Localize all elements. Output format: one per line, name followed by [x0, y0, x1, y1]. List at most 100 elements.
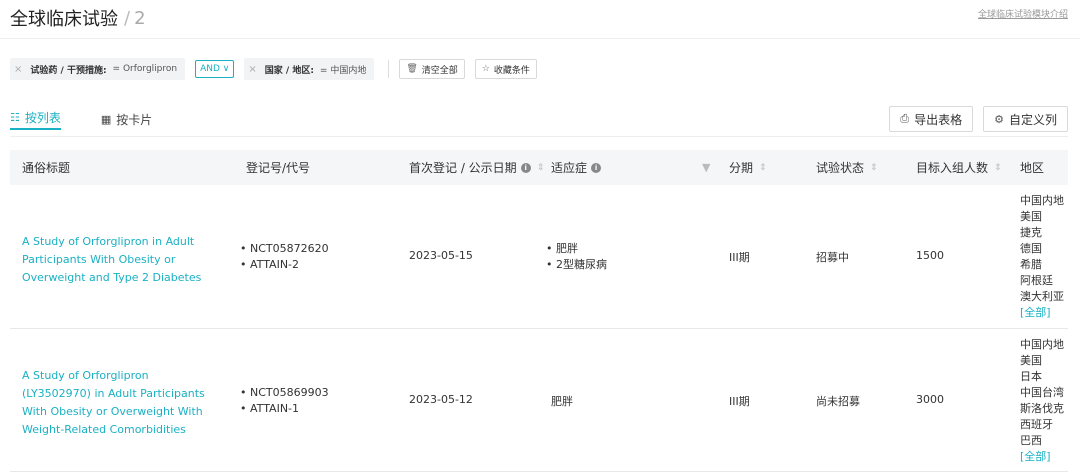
col-filter[interactable]: ▼: [702, 150, 710, 185]
col-indication: 适应症 i: [551, 150, 602, 185]
clear-all-button[interactable]: 🗑 清空全部: [399, 59, 465, 79]
reg-cell: • NCT05869903 • ATTAIN-1: [240, 385, 329, 417]
save-condition-label: 收藏条件: [493, 65, 530, 76]
export-button[interactable]: ⎙ 导出表格: [889, 106, 974, 132]
save-condition-button[interactable]: ☆ 收藏条件: [474, 59, 537, 79]
tab-list[interactable]: ☷ 按列表: [10, 108, 61, 130]
table-row: A Study of Orforglipron in Adult Partici…: [10, 185, 1068, 329]
region-item: 中国内地: [1020, 194, 1064, 207]
trials-table: 通俗标题 登记号/代号 首次登记 / 公示日期 i ⇕ 适应症 i ▼ 分期 ⇕…: [10, 150, 1068, 472]
region-item: 德国: [1020, 242, 1042, 255]
indication-cell: • 肥胖 • 2型糖尿病: [546, 241, 607, 273]
region-item: 捷克: [1020, 226, 1042, 239]
region-item: 巴西: [1020, 434, 1042, 447]
tabs-divider: [10, 136, 1068, 137]
page-title: 全球临床试验: [10, 9, 118, 30]
col-title-label: 通俗标题: [22, 161, 71, 175]
module-intro-link[interactable]: 全球临床试验模块介绍: [978, 7, 1068, 20]
target-cell: 1500: [916, 249, 944, 262]
trial-title-link[interactable]: A Study of Orforglipron (LY3502970) in A…: [22, 367, 212, 439]
status-cell: 尚未招募: [816, 395, 860, 408]
region-cell: 中国内地 美国 日本 中国台湾 斯洛伐克 西班牙 巴西 [全部]: [1020, 337, 1064, 465]
logic-select[interactable]: AND ∨: [195, 60, 235, 78]
region-item: 日本: [1020, 370, 1042, 383]
trial-title-link[interactable]: A Study of Orforglipron in Adult Partici…: [22, 233, 212, 287]
reg-code: • ATTAIN-1: [240, 402, 300, 415]
col-reg-label: 登记号/代号: [246, 161, 311, 175]
indication-item: • 2型糖尿病: [546, 258, 607, 271]
sort-icon[interactable]: ⇕: [994, 163, 1002, 173]
reg-id: • NCT05869903: [240, 386, 329, 399]
region-item: 美国: [1020, 354, 1042, 367]
filter-chip-region: × 国家 / 地区: = 中国内地: [244, 58, 375, 80]
target-cell: 3000: [916, 393, 944, 406]
indication-cell: 肥胖: [551, 395, 573, 408]
tab-label: 按卡片: [116, 112, 153, 127]
col-region-label: 地区: [1020, 161, 1045, 175]
col-status[interactable]: 试验状态 ⇕: [816, 150, 878, 185]
col-date[interactable]: 首次登记 / 公示日期 i ⇕: [409, 150, 544, 185]
list-icon: ☷: [10, 110, 20, 124]
status-cell: 招募中: [816, 251, 849, 264]
indication-item: • 肥胖: [546, 242, 578, 255]
region-cell: 中国内地 美国 捷克 德国 希腊 阿根廷 澳大利亚 [全部]: [1020, 193, 1064, 321]
result-count: 2: [134, 7, 146, 29]
date-cell: 2023-05-12: [409, 393, 473, 406]
info-icon[interactable]: i: [591, 162, 602, 173]
filter-key: 国家 / 地区:: [264, 65, 314, 76]
sort-icon[interactable]: ⇕: [537, 163, 545, 173]
region-item: 希腊: [1020, 258, 1042, 271]
gear-icon: ⚙: [994, 112, 1004, 126]
show-all-regions-link[interactable]: [全部]: [1020, 449, 1064, 465]
reg-code: • ATTAIN-2: [240, 258, 300, 271]
tab-card[interactable]: ▦ 按卡片: [101, 108, 152, 130]
table-actions: ⎙ 导出表格 ⚙ 自定义列: [879, 106, 1068, 132]
filter-key: 试验药 / 干预措施:: [30, 65, 107, 76]
header-divider: [0, 38, 1080, 39]
close-icon[interactable]: ×: [248, 64, 256, 75]
show-all-regions-link[interactable]: [全部]: [1020, 305, 1064, 321]
phase-cell: III期: [729, 395, 750, 408]
clear-all-label: 清空全部: [421, 65, 458, 76]
filter-value: = Orforglipron: [112, 64, 178, 74]
col-phase[interactable]: 分期 ⇕: [729, 150, 767, 185]
col-title: 通俗标题: [22, 150, 70, 185]
date-cell: 2023-05-15: [409, 249, 473, 262]
star-icon: ☆: [481, 64, 490, 74]
sort-icon[interactable]: ⇕: [759, 163, 767, 173]
region-item: 澳大利亚: [1020, 290, 1064, 303]
sort-icon[interactable]: ⇕: [870, 163, 878, 173]
tab-label: 按列表: [24, 110, 61, 125]
col-target[interactable]: 目标入组人数 ⇕: [916, 150, 1002, 185]
info-icon[interactable]: i: [520, 162, 531, 173]
export-icon: ⎙: [900, 112, 910, 125]
region-item: 阿根廷: [1020, 274, 1053, 287]
filter-chip-drug: × 试验药 / 干预措施: = Orforglipron: [10, 58, 186, 80]
customize-columns-button[interactable]: ⚙ 自定义列: [983, 106, 1068, 132]
filter-icon[interactable]: ▼: [702, 161, 710, 174]
table-row: A Study of Orforglipron (LY3502970) in A…: [10, 329, 1068, 472]
region-item: 中国台湾: [1020, 386, 1064, 399]
filter-bar: × 试验药 / 干预措施: = Orforglipron AND ∨ × 国家 …: [10, 58, 547, 80]
page-header: 全球临床试验 / 2: [10, 0, 146, 36]
reg-cell: • NCT05872620 • ATTAIN-2: [240, 241, 329, 273]
col-target-label: 目标入组人数: [916, 161, 989, 175]
region-item: 斯洛伐克: [1020, 402, 1064, 415]
col-status-label: 试验状态: [816, 161, 865, 175]
filter-value: = 中国内地: [319, 65, 367, 76]
col-date-label: 首次登记 / 公示日期: [409, 161, 517, 175]
customize-label: 自定义列: [1008, 112, 1057, 127]
col-phase-label: 分期: [729, 161, 754, 175]
col-reg: 登记号/代号: [246, 150, 310, 185]
view-tabs: ☷ 按列表 ▦ 按卡片: [10, 108, 192, 132]
filter-divider: [388, 60, 390, 78]
close-icon[interactable]: ×: [14, 64, 22, 75]
col-indication-label: 适应症: [551, 161, 588, 175]
phase-cell: III期: [729, 251, 750, 264]
table-header: 通俗标题 登记号/代号 首次登记 / 公示日期 i ⇕ 适应症 i ▼ 分期 ⇕…: [10, 150, 1068, 185]
col-region: 地区: [1020, 150, 1044, 185]
reg-id: • NCT05872620: [240, 242, 329, 255]
region-item: 中国内地: [1020, 338, 1064, 351]
grid-icon: ▦: [100, 112, 112, 126]
region-item: 美国: [1020, 210, 1042, 223]
